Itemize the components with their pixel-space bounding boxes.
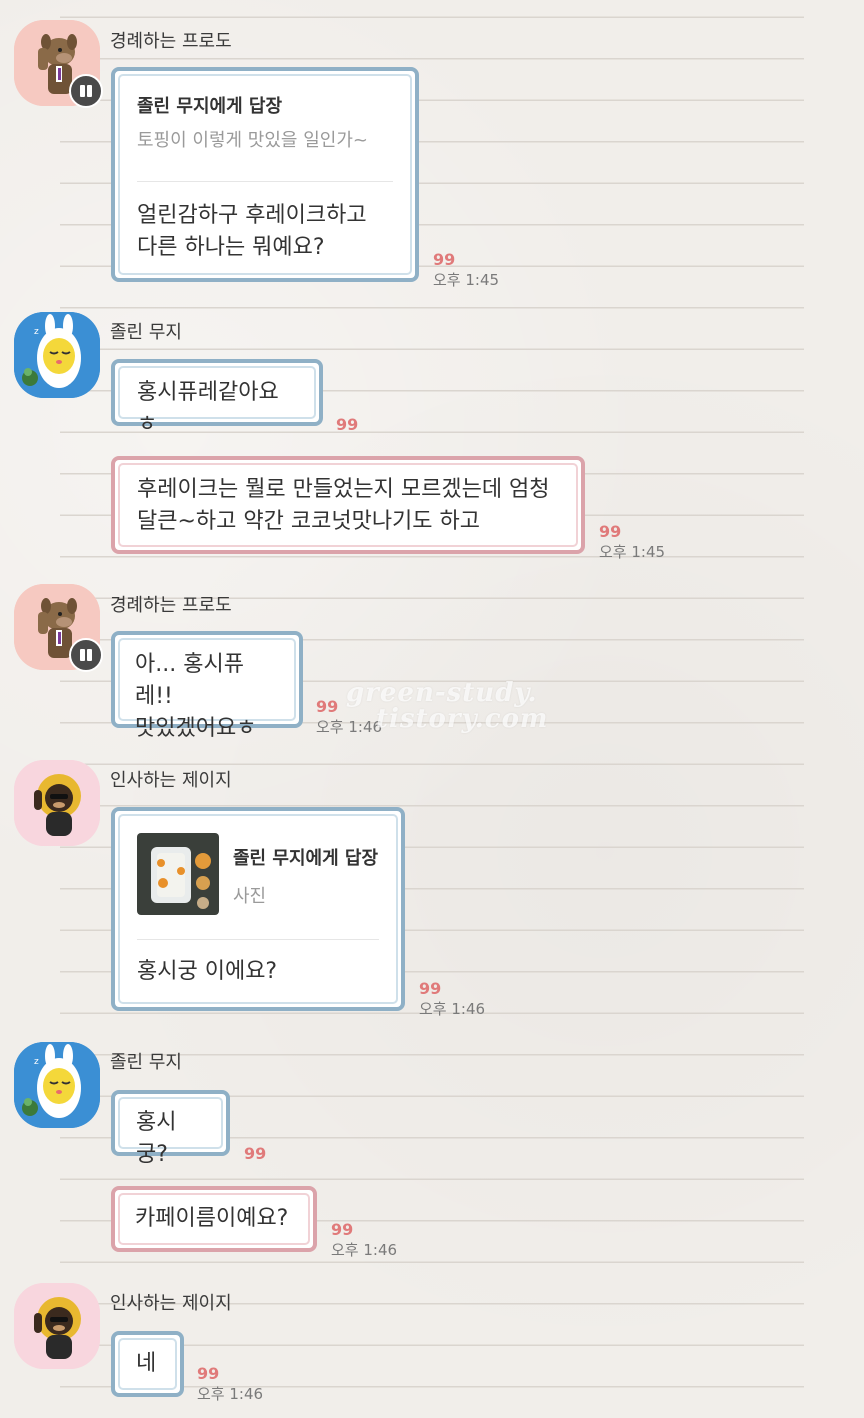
read-count: 99 [336, 415, 359, 434]
sender-name: 졸린 무지 [110, 1052, 182, 1073]
message-text: 홍시퓨레같아요ㅎ [137, 380, 279, 437]
read-count: 99 [419, 979, 442, 998]
read-count: 99 [599, 522, 622, 541]
jayg-avatar[interactable] [14, 760, 100, 846]
message-text: 네 [136, 1351, 157, 1376]
jayg-icon [14, 760, 100, 846]
svg-text:z: z [34, 327, 39, 337]
jayg-icon [14, 1283, 100, 1369]
message-bubble[interactable]: 홍시퓨레같아요ㅎ [111, 359, 323, 437]
message-bubble[interactable]: 네 [111, 1331, 184, 1397]
divider [137, 181, 393, 182]
message-text-line: 얼린감하구 후레이크하고 [137, 203, 367, 228]
message-text-line: 달큰~하고 약간 코코넛맛나기도 하고 [137, 509, 481, 534]
jayg-avatar[interactable] [14, 1283, 100, 1369]
timestamp: 오후 1:46 [197, 1385, 264, 1403]
muzi-icon: z [14, 312, 100, 398]
message-bubble[interactable]: 홍시궁? [111, 1090, 230, 1167]
sender-name: 경례하는 프로도 [110, 31, 232, 52]
message-text-line: 다른 하나는 뭐예요? [137, 235, 325, 260]
message-meta: 99 오후 1:46 [419, 979, 485, 1019]
message-meta: 99 [244, 1144, 266, 1164]
chat-room: 경례하는 프로도 졸린 무지에게 답장 토핑이 이렇게 맛있을 일인가~ 얼린감… [0, 0, 864, 1418]
food-photo-icon [137, 833, 219, 915]
message-text: 카페이름이예요? [135, 1206, 289, 1231]
message-meta: 99 오후 1:46 [197, 1364, 263, 1404]
message-meta: 99 오후 1:45 [433, 250, 499, 290]
frodo-avatar[interactable] [14, 20, 103, 108]
message-text-line: 맛있겠어요ㅎ [135, 716, 257, 741]
sender-name: 인사하는 제이지 [110, 1293, 232, 1314]
message-meta: 99 오후 1:46 [331, 1220, 397, 1260]
photo-thumbnail[interactable] [137, 833, 219, 915]
frodo-avatar[interactable] [14, 584, 103, 672]
muzi-icon: z [14, 1042, 100, 1128]
message-bubble[interactable]: 아... 홍시퓨레!! 맛있겠어요ㅎ [111, 631, 303, 741]
reply-message-bubble[interactable]: 졸린 무지에게 답장 사진 홍시궁 이에요? [111, 807, 405, 1011]
reply-quote: 사진 [233, 886, 267, 907]
pause-icon [69, 74, 103, 108]
reply-title: 졸린 무지에게 답장 [233, 848, 379, 869]
timestamp: 오후 1:46 [419, 1000, 486, 1018]
message-meta: 99 [336, 415, 358, 435]
read-count: 99 [197, 1364, 220, 1383]
read-count: 99 [433, 250, 456, 269]
sender-name: 졸린 무지 [110, 322, 182, 343]
pause-icon [69, 638, 103, 672]
watermark: green-study. tistory.com [346, 678, 549, 734]
message-bubble[interactable]: 후레이크는 뭘로 만들었는지 모르겠는데 엄청 달큰~하고 약간 코코넛맛나기도… [111, 456, 585, 554]
timestamp: 오후 1:45 [599, 543, 666, 561]
message-text: 홍시궁? [136, 1110, 177, 1167]
timestamp: 오후 1:46 [331, 1241, 398, 1259]
muzi-avatar[interactable]: z [14, 312, 100, 398]
message-bubble[interactable]: 카페이름이예요? [111, 1186, 317, 1252]
message-text: 홍시궁 이에요? [137, 959, 278, 984]
muzi-avatar[interactable]: z [14, 1042, 100, 1128]
reply-message-bubble[interactable]: 졸린 무지에게 답장 토핑이 이렇게 맛있을 일인가~ 얼린감하구 후레이크하고… [111, 67, 419, 282]
sender-name: 인사하는 제이지 [110, 770, 232, 791]
sender-name: 경례하는 프로도 [110, 595, 232, 616]
read-count: 99 [244, 1144, 267, 1163]
message-text-line: 아... 홍시퓨레!! [135, 652, 244, 709]
message-text-line: 후레이크는 뭘로 만들었는지 모르겠는데 엄청 [137, 477, 550, 502]
reply-title: 졸린 무지에게 답장 [137, 96, 283, 117]
divider [137, 939, 379, 940]
svg-text:z: z [34, 1057, 39, 1067]
message-meta: 99 오후 1:45 [599, 522, 665, 562]
reply-quote: 토핑이 이렇게 맛있을 일인가~ [137, 130, 368, 151]
timestamp: 오후 1:45 [433, 271, 500, 289]
read-count: 99 [331, 1220, 354, 1239]
